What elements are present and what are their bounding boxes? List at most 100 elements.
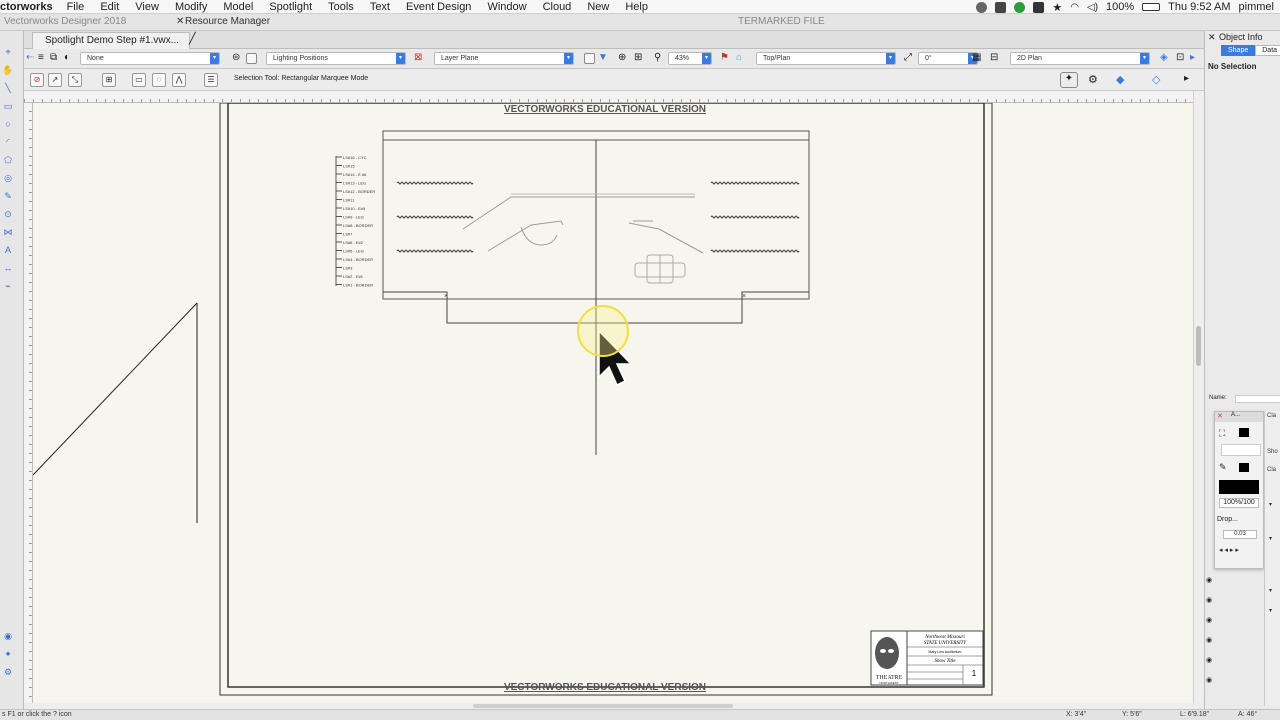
opacity-field[interactable]: 100%/100 xyxy=(1219,498,1259,508)
back-arrow-icon[interactable]: ⇠ xyxy=(26,52,34,63)
dimension-tool-icon[interactable]: ↔ xyxy=(2,263,14,273)
close-icon[interactable]: ✕ xyxy=(1208,32,1216,43)
arrowhead-icon[interactable]: ◂ ◂ ▸ ▸ xyxy=(1219,546,1239,554)
class-icon[interactable]: ⧉ xyxy=(50,52,57,63)
volume-icon[interactable]: ◁) xyxy=(1087,2,1098,13)
render-select[interactable]: 2D Plan ▾ xyxy=(1010,52,1150,65)
document-tab[interactable]: Spotlight Demo Step #1.vwx... xyxy=(32,32,190,49)
dropbox-icon[interactable] xyxy=(995,1,1007,13)
gear-icon[interactable]: ⚙ xyxy=(1088,73,1098,86)
offset-tool-icon[interactable]: ⊙ xyxy=(2,209,14,219)
close-icon[interactable]: ✕ xyxy=(176,16,184,27)
rectangular-marquee-mode-icon[interactable]: ▭ xyxy=(132,73,146,87)
line-tool-icon[interactable]: ╲ xyxy=(2,83,14,93)
snap-settings-icon[interactable]: ✦ xyxy=(1060,72,1078,88)
menu-view[interactable]: View xyxy=(127,1,167,13)
vertical-scrollbar[interactable] xyxy=(1193,91,1204,703)
menu-help[interactable]: Help xyxy=(617,1,656,13)
class-select[interactable]: None ▾ xyxy=(80,52,220,65)
zoom-objects-icon[interactable]: ⊞ xyxy=(634,52,642,63)
clock[interactable]: Thu 9:52 AM xyxy=(1168,1,1230,13)
mirror-tool-icon[interactable]: ⋈ xyxy=(2,227,14,237)
render-mode-icon[interactable]: ⊟ xyxy=(990,52,998,63)
sync-icon[interactable] xyxy=(976,1,988,13)
gmail-icon[interactable] xyxy=(1033,1,1045,13)
wifi-icon[interactable]: ◠ xyxy=(1070,2,1079,13)
pen-icon[interactable]: ✎ xyxy=(1219,462,1227,473)
single-object-mode-icon[interactable]: ↗ xyxy=(48,73,62,87)
nav-item-class[interactable]: Cla xyxy=(1267,467,1276,473)
resource-manager-title[interactable]: Resource Manager xyxy=(185,16,270,27)
polygon-marquee-mode-icon[interactable]: ⋀ xyxy=(172,73,186,87)
eye-icon[interactable]: ◉ xyxy=(1206,636,1212,644)
eye-icon[interactable]: ◉ xyxy=(1206,576,1212,584)
plane-icon[interactable]: ⊠ xyxy=(414,52,422,63)
menu-file[interactable]: File xyxy=(59,1,93,13)
vertical-ruler[interactable] xyxy=(24,103,33,703)
vertical-scroll-thumb[interactable] xyxy=(1196,326,1201,366)
disclosure-triangle-icon[interactable]: ▾ xyxy=(1269,607,1272,614)
flyover-icon[interactable]: ⚑ xyxy=(720,52,729,63)
magnifier-icon[interactable]: ⚲ xyxy=(654,52,661,63)
settings-tool-icon[interactable]: ⚙ xyxy=(2,667,14,677)
disclosure-triangle-icon[interactable]: ▾ xyxy=(1269,501,1272,508)
layer-dropdown-icon[interactable]: ◇ xyxy=(1152,73,1160,86)
close-icon[interactable]: ✕ xyxy=(1217,412,1223,420)
selection-tool-icon[interactable]: ⌖ xyxy=(2,47,14,57)
name-field[interactable] xyxy=(1235,395,1280,403)
view-icon[interactable]: ⌂ xyxy=(736,52,742,63)
locus-tool-icon[interactable]: ⌁ xyxy=(2,281,14,291)
fill-bucket-icon[interactable]: ⛶ xyxy=(1219,428,1225,439)
fill-color-swatch[interactable] xyxy=(1239,428,1249,437)
eye-icon[interactable]: ◉ xyxy=(1206,616,1212,624)
sheet-layer-icon[interactable]: ⊜ xyxy=(232,52,240,63)
new-tab-icon[interactable]: ╱ xyxy=(189,32,196,45)
tab-data[interactable]: Data xyxy=(1255,45,1280,56)
drop-shadow-label[interactable]: Drop... xyxy=(1217,516,1238,523)
evernote-icon[interactable] xyxy=(1014,1,1026,13)
pen-style-swatch[interactable] xyxy=(1219,480,1259,494)
eye-icon[interactable]: ◉ xyxy=(1206,676,1212,684)
star-icon[interactable]: ★ xyxy=(1052,1,1062,14)
menu-text[interactable]: Text xyxy=(362,1,398,13)
fill-style-field[interactable] xyxy=(1221,444,1261,456)
pen-color-swatch[interactable] xyxy=(1239,463,1249,472)
group-mode-icon[interactable]: ⊞ xyxy=(102,73,116,87)
eye-icon[interactable]: ◉ xyxy=(1206,596,1212,604)
expand-icon[interactable]: ▸ xyxy=(1190,52,1195,63)
layer-plane-select[interactable]: Layer Plane ▾ xyxy=(434,52,574,65)
snap-icon[interactable]: ≡ xyxy=(38,52,44,63)
eyedropper-tool-icon[interactable]: ✎ xyxy=(2,191,14,201)
line-thickness-field[interactable]: 0.03 xyxy=(1223,530,1257,539)
menu-event-design[interactable]: Event Design xyxy=(398,1,479,13)
expand-mode-icon[interactable]: ▸ xyxy=(1184,73,1189,84)
view-select[interactable]: Top/Plan ▾ xyxy=(756,52,896,65)
zoom-select[interactable]: 43% ▾ xyxy=(668,52,712,65)
horizontal-scroll-thumb[interactable] xyxy=(473,704,733,708)
class-dropdown-icon[interactable]: ◆ xyxy=(1116,73,1124,86)
menu-edit[interactable]: Edit xyxy=(92,1,127,13)
layer-link-icon[interactable]: ◈ xyxy=(1160,52,1168,63)
spiral-tool-icon[interactable]: ◎ xyxy=(2,173,14,183)
eye-icon[interactable]: ◉ xyxy=(1206,656,1212,664)
page-icon[interactable] xyxy=(584,53,595,64)
lasso-mode-icon[interactable]: ◌ xyxy=(152,73,166,87)
rotate-icon[interactable]: ⤢ xyxy=(904,52,912,63)
fit-page-icon[interactable]: ▼ xyxy=(598,52,608,63)
camera-tool-icon[interactable]: ◉ xyxy=(2,631,14,641)
menu-new[interactable]: New xyxy=(579,1,617,13)
grid-icon[interactable]: ▦ xyxy=(972,52,981,63)
polygon-tool-icon[interactable]: ⬠ xyxy=(2,155,14,165)
disclosure-triangle-icon[interactable]: ▾ xyxy=(1269,535,1272,542)
snap-mode-icon[interactable]: ⊘ xyxy=(30,73,44,87)
circle-tool-icon[interactable]: ○ xyxy=(2,119,14,129)
nav-item-show[interactable]: Sho xyxy=(1267,449,1278,455)
zoom-fit-icon[interactable]: ⊕ xyxy=(618,52,626,63)
battery-icon[interactable] xyxy=(1142,3,1161,11)
arc-tool-icon[interactable]: ◜ xyxy=(2,137,14,147)
menu-modify[interactable]: Modify xyxy=(167,1,215,13)
app-menu[interactable]: ctorworks xyxy=(0,1,59,13)
menu-window[interactable]: Window xyxy=(479,1,534,13)
drawing-area[interactable]: VECTORWORKS EDUCATIONAL VERSION VECTORWO… xyxy=(33,103,1193,703)
menu-tools[interactable]: Tools xyxy=(320,1,362,13)
